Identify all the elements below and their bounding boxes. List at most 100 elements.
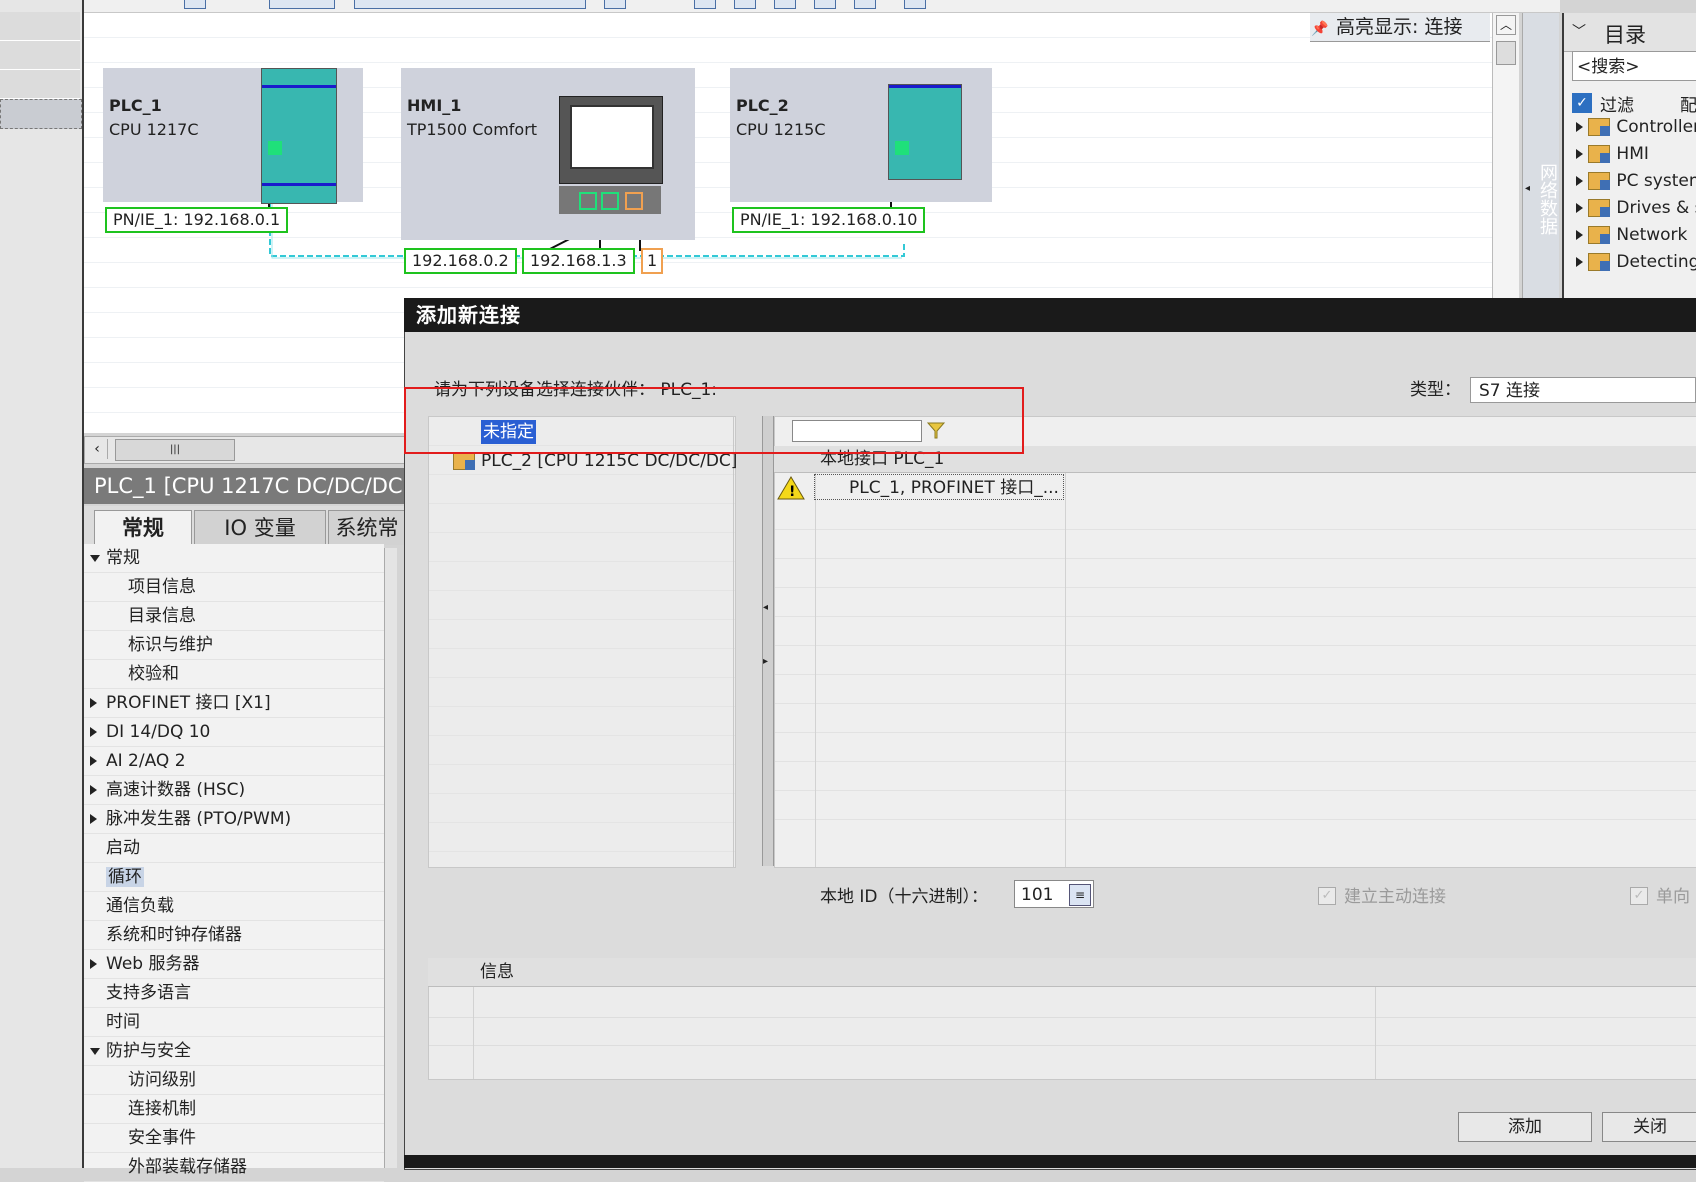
- expand-icon[interactable]: [90, 959, 97, 969]
- filter-checkbox[interactable]: ✓: [1572, 93, 1592, 113]
- list-picker-icon[interactable]: ≡: [1069, 884, 1091, 906]
- expand-icon[interactable]: [90, 727, 97, 737]
- tree-item[interactable]: Web 服务器: [84, 950, 384, 979]
- tree-item[interactable]: 高速计数器 (HSC): [84, 776, 384, 805]
- connection-type-select[interactable]: S7 连接: [1470, 377, 1696, 403]
- tab-system-constants[interactable]: 系统常: [328, 510, 406, 545]
- sidebar-row[interactable]: [0, 12, 80, 41]
- expand-icon[interactable]: [1576, 149, 1583, 159]
- sidebar-row-selected[interactable]: [0, 99, 82, 129]
- tree-item-label: 支持多语言: [106, 983, 191, 1003]
- catalog-item-pc-systems[interactable]: PC systems: [1576, 167, 1696, 195]
- expand-icon[interactable]: [90, 756, 97, 766]
- expand-icon[interactable]: [1576, 203, 1583, 213]
- expand-icon[interactable]: [1576, 122, 1583, 132]
- properties-scrollbar[interactable]: [384, 548, 397, 1168]
- zoom-field[interactable]: [269, 0, 335, 9]
- device-plc2[interactable]: PLC_2 CPU 1215C: [730, 68, 992, 202]
- toolbar-icon[interactable]: [694, 0, 716, 9]
- table-row: [775, 646, 1696, 675]
- scroll-thumb[interactable]: |||: [115, 439, 235, 461]
- zoom-bar[interactable]: [354, 0, 586, 9]
- tree-item[interactable]: 访问级别: [84, 1066, 384, 1095]
- interface-row-plc1[interactable]: PLC_1, PROFINET 接口_...: [814, 474, 1064, 500]
- tab-io-tags[interactable]: IO 变量: [194, 510, 326, 545]
- tree-item[interactable]: DI 14/DQ 10: [84, 718, 384, 747]
- toolbar-icon[interactable]: [184, 0, 206, 9]
- tree-item-label: 安全事件: [128, 1128, 196, 1148]
- plc-image: [261, 68, 337, 204]
- scroll-up-icon[interactable]: ︿: [1496, 15, 1516, 35]
- tab-general[interactable]: 常规: [94, 510, 192, 545]
- tree-item[interactable]: 启动: [84, 834, 384, 863]
- tree-item-label: 高速计数器 (HSC): [106, 780, 246, 800]
- device-name: PLC_1: [109, 96, 162, 115]
- tree-item[interactable]: 常规: [84, 544, 384, 573]
- collapse-right-icon[interactable]: ▸: [763, 656, 768, 667]
- tree-item[interactable]: 脉冲发生器 (PTO/PWM): [84, 805, 384, 834]
- toolbar-icon[interactable]: [604, 0, 626, 9]
- canvas-vertical-scrollbar[interactable]: ︿: [1492, 13, 1519, 298]
- local-id-input[interactable]: 101 ≡: [1014, 880, 1094, 908]
- scroll-thumb[interactable]: [1496, 41, 1516, 65]
- toolbar-icon[interactable]: [854, 0, 876, 9]
- hmi-ip-label-1[interactable]: 192.168.0.2: [404, 248, 517, 274]
- plc2-ip-label[interactable]: PN/IE_1: 192.168.0.10: [732, 207, 926, 233]
- catalog-item-detecting[interactable]: Detecting: [1576, 248, 1696, 276]
- chevron-down-icon[interactable]: ﹀: [1572, 21, 1586, 41]
- catalog-item-drives[interactable]: Drives & s: [1576, 194, 1696, 222]
- tree-item[interactable]: 通信负载: [84, 892, 384, 921]
- partner-plc2[interactable]: PLC_2 [CPU 1215C DC/DC/DC]: [453, 451, 737, 471]
- sidebar-row[interactable]: [0, 70, 80, 99]
- oneway-checkbox[interactable]: ✓: [1630, 887, 1648, 905]
- tree-item[interactable]: 防护与安全: [84, 1037, 384, 1066]
- sidebar-row[interactable]: [0, 41, 80, 70]
- tree-item[interactable]: 标识与维护: [84, 631, 384, 660]
- active-connection-checkbox[interactable]: ✓: [1318, 887, 1336, 905]
- tree-item[interactable]: 系统和时钟存储器: [84, 921, 384, 950]
- tree-item[interactable]: 项目信息: [84, 573, 384, 602]
- toolbar-icon[interactable]: [814, 0, 836, 9]
- collapse-left-icon[interactable]: ◂: [763, 602, 768, 613]
- panel-splitter[interactable]: ◂ ▸: [762, 416, 774, 866]
- add-button[interactable]: 添加: [1458, 1112, 1592, 1142]
- pin-icon[interactable]: 📌: [1310, 15, 1330, 43]
- close-button[interactable]: 关闭: [1602, 1112, 1696, 1142]
- expand-icon[interactable]: [1576, 176, 1583, 186]
- collapse-icon[interactable]: [90, 1047, 100, 1055]
- plc1-ip-label[interactable]: PN/IE_1: 192.168.0.1: [105, 207, 289, 233]
- tree-item[interactable]: AI 2/AQ 2: [84, 747, 384, 776]
- expand-icon[interactable]: [1576, 230, 1583, 240]
- tree-item[interactable]: 支持多语言: [84, 979, 384, 1008]
- toolbar-icon[interactable]: [734, 0, 756, 9]
- scroll-left-icon[interactable]: ‹: [87, 439, 108, 459]
- canvas-horizontal-scrollbar[interactable]: ‹ |||: [84, 436, 406, 464]
- network-data-side-tab[interactable]: ◂ 网络数据: [1522, 13, 1559, 298]
- hmi-ip-label-2[interactable]: 192.168.1.3: [522, 248, 635, 274]
- collapse-arrow-icon[interactable]: ◂: [1525, 183, 1535, 203]
- catalog-search-input[interactable]: <搜索>: [1572, 51, 1696, 81]
- list-row: [429, 794, 735, 823]
- highlight-connections-bar[interactable]: 📌 高亮显示: 连接: [1310, 13, 1490, 42]
- expand-icon[interactable]: [90, 814, 97, 824]
- tree-item[interactable]: PROFINET 接口 [X1]: [84, 689, 384, 718]
- hmi-ip-label-3[interactable]: 1: [641, 248, 664, 274]
- expand-icon[interactable]: [90, 698, 97, 708]
- catalog-item-network[interactable]: Network: [1576, 221, 1687, 249]
- tree-item[interactable]: 时间: [84, 1008, 384, 1037]
- device-plc1[interactable]: PLC_1 CPU 1217C: [103, 68, 363, 204]
- device-hmi1[interactable]: HMI_1 TP1500 Comfort: [401, 68, 695, 240]
- toolbar-icon[interactable]: [904, 0, 926, 9]
- tree-item[interactable]: 安全事件: [84, 1124, 384, 1153]
- tree-item[interactable]: 目录信息: [84, 602, 384, 631]
- hmi-ports: [559, 186, 661, 214]
- toolbar-icon[interactable]: [774, 0, 796, 9]
- expand-icon[interactable]: [90, 785, 97, 795]
- catalog-item-hmi[interactable]: HMI: [1576, 140, 1649, 168]
- tree-item[interactable]: 循环: [84, 863, 384, 892]
- collapse-icon[interactable]: [90, 554, 100, 562]
- expand-icon[interactable]: [1576, 257, 1583, 267]
- tree-item[interactable]: 校验和: [84, 660, 384, 689]
- tree-item[interactable]: 连接机制: [84, 1095, 384, 1124]
- catalog-item-controllers[interactable]: Controllers: [1576, 113, 1696, 141]
